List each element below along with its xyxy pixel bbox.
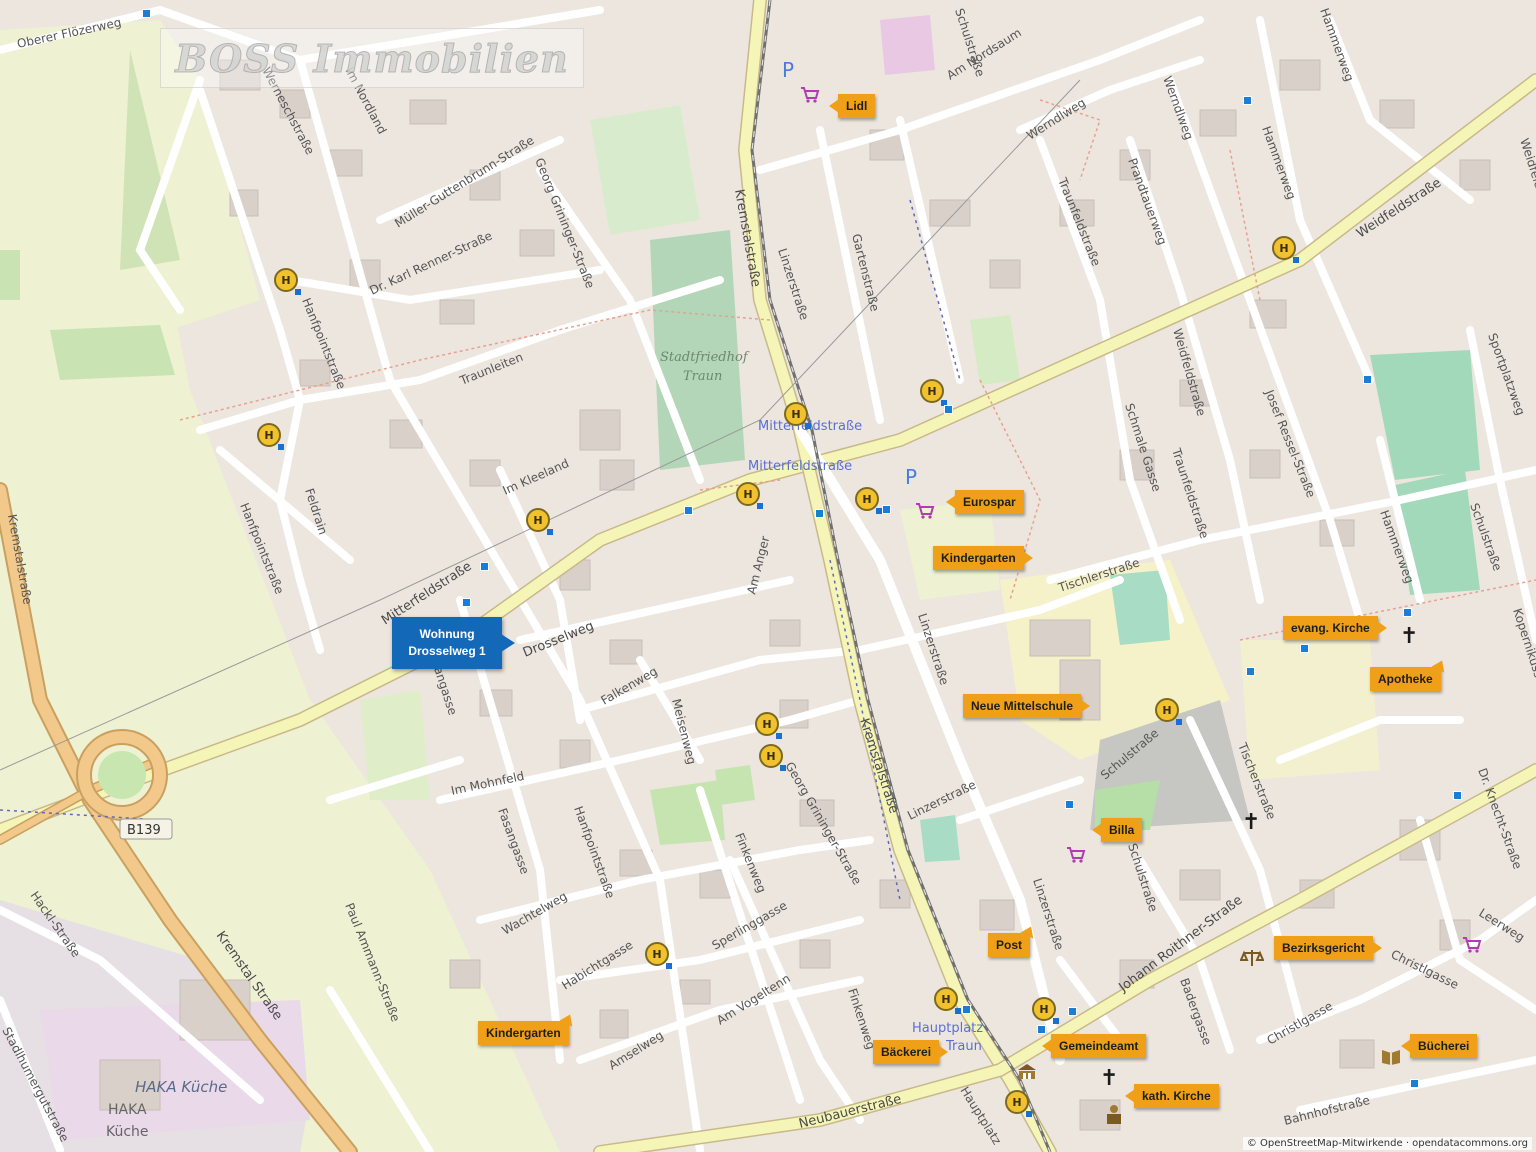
bus-stop-icon[interactable]: H	[1032, 997, 1059, 1024]
transit-stop-marker[interactable]	[480, 562, 489, 571]
shopping-cart-icon	[801, 87, 820, 103]
town-hall-icon	[1018, 1064, 1036, 1079]
poi-apotheke[interactable]: Apotheke	[1370, 667, 1441, 691]
poi-buecherei[interactable]: Bücherei	[1400, 1034, 1478, 1058]
transit-stop-marker[interactable]	[944, 405, 953, 414]
poi-lidl[interactable]: Lidl	[828, 94, 876, 118]
bus-stop-icon[interactable]: H	[736, 482, 763, 509]
bus-stop-icon[interactable]: H	[274, 268, 301, 295]
poi-evang-kirche[interactable]: evang. Kirche	[1283, 616, 1387, 640]
station-label-hauptplatz-1: Hauptplatz	[912, 1021, 983, 1036]
church-cross-icon: ✝	[1100, 1066, 1119, 1091]
bus-stop-icon[interactable]: H	[645, 942, 672, 969]
poi-gemeindeamt[interactable]: Gemeindeamt	[1041, 1034, 1147, 1058]
bus-stop-icon[interactable]: H	[526, 508, 553, 535]
b139-label: B139	[127, 823, 161, 838]
haka-italic-label: HAKA Küche	[135, 1078, 227, 1096]
green-patch-small	[715, 765, 755, 805]
property-address: Drosselweg 1	[408, 644, 486, 658]
transit-stop-marker[interactable]	[1403, 608, 1412, 617]
shopping-cart-icon	[1463, 937, 1482, 953]
transit-stop-marker[interactable]	[815, 509, 824, 518]
poi-bezirksgericht[interactable]: Bezirksgericht	[1274, 936, 1382, 960]
pool-area	[920, 815, 960, 862]
bus-stop-icon[interactable]: H	[920, 379, 947, 406]
bus-stop-icon[interactable]: H	[759, 744, 786, 771]
transit-stop-marker[interactable]	[1410, 1079, 1419, 1088]
bus-stop-icon[interactable]: H	[855, 487, 882, 514]
map-canvas[interactable]: Stadtfriedhof Traun Mitterfeldstraße Mit…	[0, 0, 1536, 1152]
poi-kath-kirche[interactable]: kath. Kirche	[1125, 1084, 1219, 1108]
map-attribution[interactable]: © OpenStreetMap-Mitwirkende · opendataco…	[1242, 1137, 1532, 1150]
police-icon	[1107, 1105, 1121, 1124]
poi-kindergarten-north[interactable]: Kindergarten	[933, 546, 1033, 570]
shopping-cart-icon	[1067, 847, 1086, 863]
transit-stop-marker[interactable]	[684, 506, 693, 515]
transit-stop-marker[interactable]	[1363, 375, 1372, 384]
grass-strip-west	[50, 325, 175, 380]
transit-stop-marker[interactable]	[962, 1005, 971, 1014]
transit-stop-marker[interactable]	[1068, 1007, 1077, 1016]
transit-stop-marker[interactable]	[462, 598, 471, 607]
property-title: Wohnung	[419, 627, 475, 641]
haka-label-2: Küche	[106, 1124, 149, 1140]
grass-edge	[0, 250, 20, 300]
library-book-icon	[1382, 1050, 1400, 1065]
roundabout-center	[98, 751, 146, 799]
retail-area-lidl	[880, 15, 935, 75]
poi-kindergarten-south[interactable]: Kindergarten	[478, 1021, 569, 1045]
transit-stop-marker[interactable]	[1065, 800, 1074, 809]
transit-stop-marker[interactable]	[1300, 644, 1309, 653]
bus-stop-icon[interactable]: H	[784, 402, 811, 429]
bus-stop-icon[interactable]: H	[257, 423, 284, 450]
bus-stop-icon[interactable]: H	[934, 987, 961, 1014]
haka-label-1: HAKA	[108, 1102, 147, 1118]
courthouse-scales-icon	[1240, 950, 1264, 966]
poi-baeckerei[interactable]: Bäckerei	[873, 1040, 949, 1064]
transit-stop-marker[interactable]	[1243, 96, 1252, 105]
watermark-text: BOSS Immobilien	[175, 35, 569, 81]
shopping-cart-icon	[916, 503, 935, 519]
cemetery-label-1: Stadtfriedhof	[660, 350, 750, 365]
transit-stop-marker[interactable]	[142, 9, 151, 18]
station-label-hauptplatz-2: Traun	[945, 1039, 982, 1054]
bus-stop-icon[interactable]: H	[1155, 698, 1182, 725]
open-area-east	[1240, 640, 1380, 780]
parking-icon: P	[782, 58, 795, 82]
church-cross-icon: ✝	[1242, 810, 1261, 835]
bus-stop-icon[interactable]: H	[1272, 236, 1299, 263]
transit-stop-marker[interactable]	[1453, 791, 1462, 800]
church-cross-icon: ✝	[1400, 624, 1419, 649]
bus-stop-icon[interactable]: H	[755, 712, 782, 739]
parking-icon: P	[905, 465, 918, 489]
transit-stop-marker[interactable]	[1037, 1025, 1046, 1034]
bus-stop-icon[interactable]: H	[1005, 1090, 1032, 1117]
poi-billa[interactable]: Billa	[1091, 818, 1143, 842]
watermark-logo: BOSS Immobilien	[160, 28, 584, 88]
cemetery-label-2: Traun	[683, 369, 722, 384]
station-label-mitterfeldstrasse-2: Mitterfeldstraße	[748, 459, 852, 474]
poi-eurospar[interactable]: Eurospar	[946, 490, 1024, 514]
poi-post[interactable]: Post	[988, 933, 1031, 957]
transit-stop-marker[interactable]	[882, 505, 891, 514]
property-marker-callout[interactable]: Wohnung Drosselweg 1	[392, 617, 515, 669]
poi-neue-mittelschule[interactable]: Neue Mittelschule	[963, 694, 1091, 718]
transit-stop-marker[interactable]	[1246, 667, 1255, 676]
